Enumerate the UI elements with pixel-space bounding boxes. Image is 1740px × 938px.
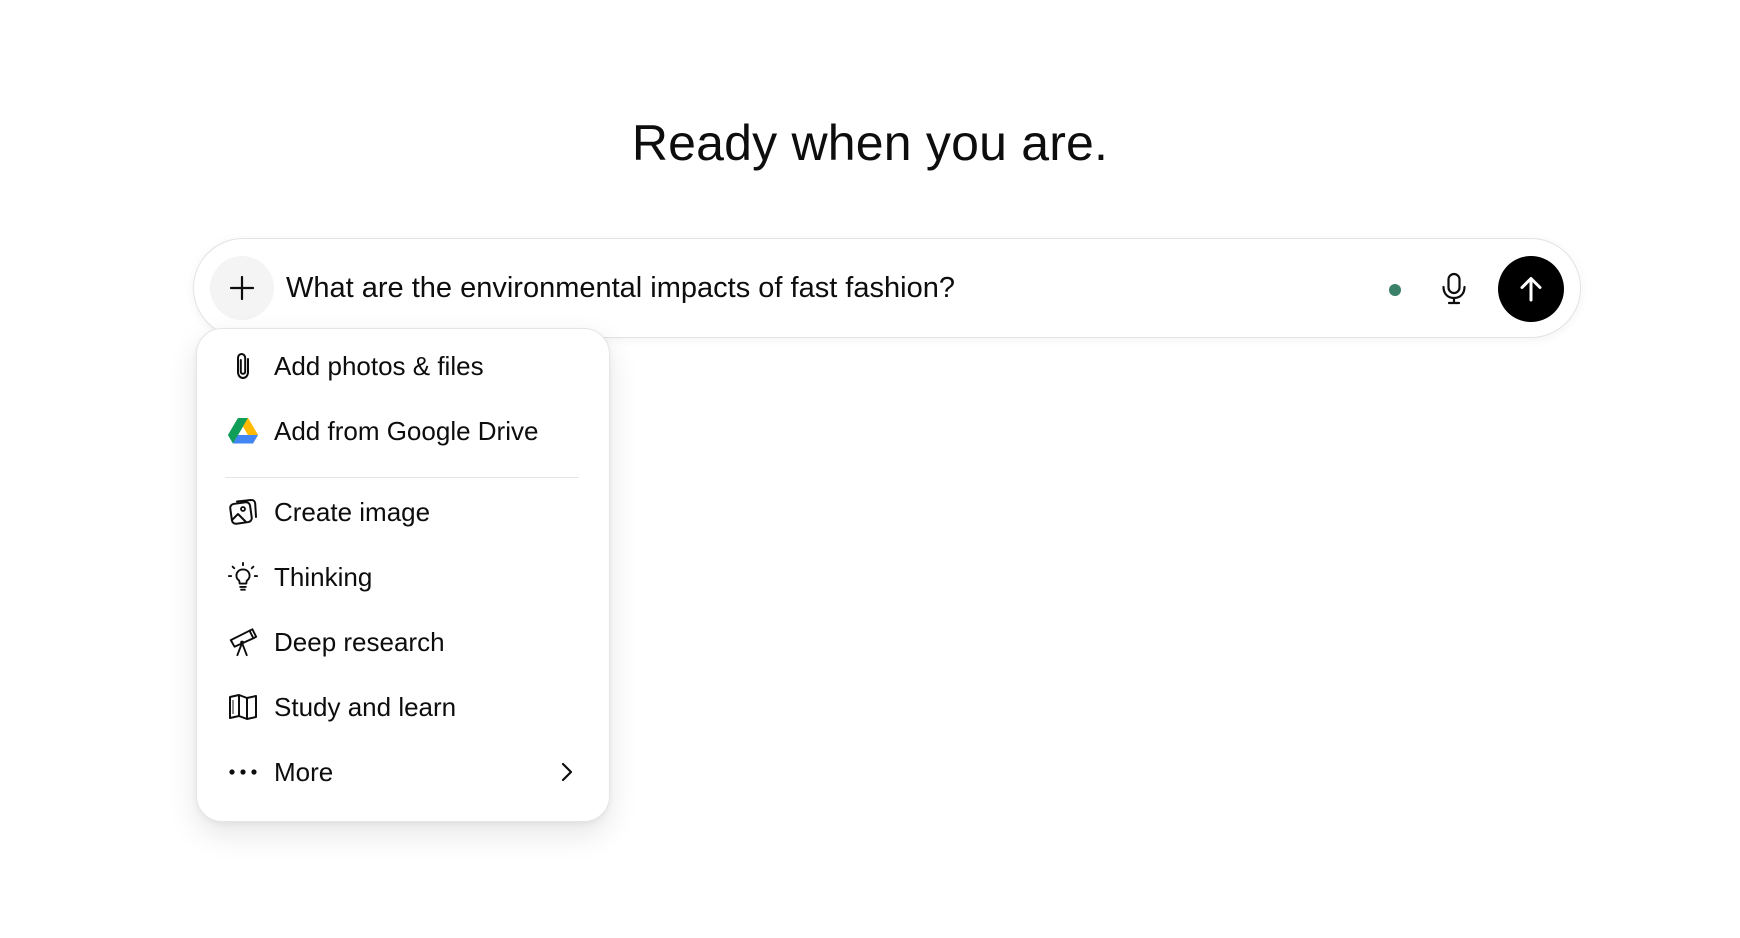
telescope-icon xyxy=(227,626,259,658)
page: Ready when you are. What are the environ… xyxy=(0,0,1740,938)
menu-item-google-drive[interactable]: Add from Google Drive xyxy=(197,403,609,459)
lightbulb-icon xyxy=(227,561,259,593)
menu-item-thinking[interactable]: Thinking xyxy=(197,549,609,605)
send-button[interactable] xyxy=(1498,256,1564,322)
dictate-button[interactable] xyxy=(1430,265,1478,313)
menu-item-label: Deep research xyxy=(274,627,445,657)
menu-item-label: Add from Google Drive xyxy=(274,416,539,446)
menu-item-label: Create image xyxy=(274,497,431,527)
menu-item-add-photos-files[interactable]: Add photos & files xyxy=(197,338,609,394)
attachment-menu: Add photos & files Add from Google Drive xyxy=(196,328,610,822)
book-icon xyxy=(227,691,259,723)
prompt-composer: What are the environmental impacts of fa… xyxy=(193,238,1581,338)
menu-item-create-image[interactable]: Create image xyxy=(197,484,609,540)
arrow-up-icon xyxy=(1516,274,1546,304)
status-indicator xyxy=(1389,284,1401,296)
menu-item-label: Add photos & files xyxy=(274,351,484,381)
paperclip-icon xyxy=(227,350,259,382)
ellipsis-icon xyxy=(227,756,259,788)
image-icon xyxy=(227,496,259,528)
prompt-input[interactable]: What are the environmental impacts of fa… xyxy=(286,269,955,307)
page-title: Ready when you are. xyxy=(631,115,1109,171)
menu-item-label: Thinking xyxy=(274,562,373,592)
chevron-right-icon xyxy=(555,756,579,788)
plus-icon xyxy=(227,273,257,303)
menu-item-study-learn[interactable]: Study and learn xyxy=(197,679,609,735)
menu-item-label: More xyxy=(274,757,334,787)
menu-divider xyxy=(225,477,579,478)
menu-item-deep-research[interactable]: Deep research xyxy=(197,614,609,670)
google-drive-icon xyxy=(227,415,259,447)
microphone-icon xyxy=(1439,272,1469,306)
menu-item-more[interactable]: More xyxy=(197,744,609,800)
add-attachment-button[interactable] xyxy=(210,256,274,320)
menu-item-label: Study and learn xyxy=(274,692,457,722)
